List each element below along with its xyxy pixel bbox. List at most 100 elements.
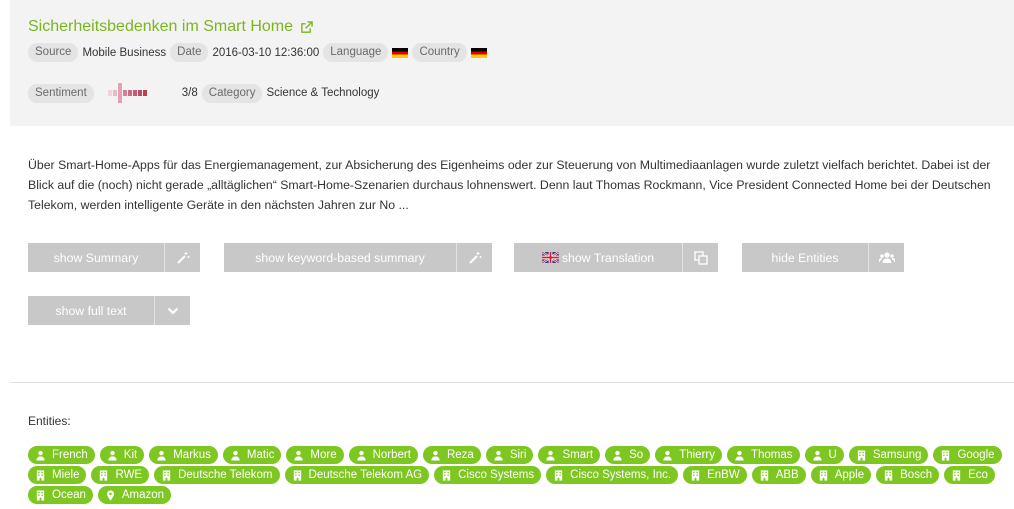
language-flag-icon xyxy=(392,47,409,58)
hide-entities-button[interactable]: hide Entities xyxy=(742,243,904,272)
entity-tag[interactable]: More xyxy=(286,446,344,464)
entity-label: Thierry xyxy=(679,449,715,461)
building-icon xyxy=(940,449,951,461)
person-icon xyxy=(107,450,118,461)
entity-label: Siri xyxy=(509,449,527,461)
entity-tag[interactable]: Deutsche Telekom AG xyxy=(284,466,430,484)
building-icon xyxy=(292,469,303,481)
users-icon[interactable] xyxy=(869,243,904,272)
sentiment-bar xyxy=(137,90,142,96)
entity-tag[interactable]: Ocean xyxy=(28,486,93,504)
person-icon xyxy=(430,450,441,461)
source-label: Source xyxy=(28,43,79,62)
entity-tag[interactable]: Matic xyxy=(222,446,282,464)
building-icon xyxy=(441,469,452,481)
entity-label: Reza xyxy=(446,449,474,461)
entity-tag[interactable]: Thierry xyxy=(655,446,722,464)
entity-tag[interactable]: So xyxy=(605,446,651,464)
entity-tag[interactable]: Apple xyxy=(810,466,872,484)
entity-tag[interactable]: U xyxy=(804,446,844,464)
language-label: Language xyxy=(323,43,389,62)
entity-tag[interactable]: Deutsche Telekom xyxy=(154,466,280,484)
entity-label: Bosch xyxy=(900,469,933,481)
entity-tag[interactable]: Kit xyxy=(99,446,145,464)
category-value: Science & Technology xyxy=(266,87,380,99)
entity-label: RWE xyxy=(115,469,143,481)
magic-wand-icon[interactable] xyxy=(457,243,492,272)
entity-label: Apple xyxy=(834,469,865,481)
entity-label: Samsung xyxy=(872,449,922,461)
entity-label: ABB xyxy=(775,469,799,481)
entity-tag[interactable]: Google xyxy=(933,446,1002,464)
category-label: Category xyxy=(201,83,263,103)
sentiment-bar xyxy=(127,90,132,96)
divider xyxy=(10,382,1014,383)
person-icon xyxy=(493,450,504,461)
source-value: Mobile Business xyxy=(82,46,167,59)
entity-tag[interactable]: Samsung xyxy=(848,446,929,464)
building-icon xyxy=(98,469,109,481)
entity-list: French Kit Markus Matic More Norbert Reza Siri S… xyxy=(28,446,1014,506)
entity-label: Ocean xyxy=(52,489,86,501)
entities-heading: Entities: xyxy=(28,414,71,428)
entity-label: EnBW xyxy=(707,469,740,481)
person-icon xyxy=(35,450,46,461)
show-keyword-summary-button[interactable]: show keyword-based summary xyxy=(224,243,492,272)
sentiment-bar xyxy=(112,90,117,96)
person-icon xyxy=(230,450,241,461)
entity-tag[interactable]: French xyxy=(28,446,95,464)
building-icon xyxy=(35,489,46,501)
article-header: Sicherheitsbedenken im Smart Home Source… xyxy=(10,0,1014,126)
entity-tag[interactable]: Amazon xyxy=(97,486,172,504)
entity-label: French xyxy=(52,449,88,461)
country-label: Country xyxy=(412,43,467,62)
entity-tag[interactable]: Smart xyxy=(538,446,601,464)
entity-tag[interactable]: EnBW xyxy=(683,466,747,484)
entity-tag[interactable]: Thomas xyxy=(726,446,800,464)
entity-tag[interactable]: Reza xyxy=(422,446,481,464)
person-icon xyxy=(293,450,304,461)
entity-tag[interactable]: ABB xyxy=(751,466,806,484)
sentiment-label: Sentiment xyxy=(28,83,94,103)
entity-tag[interactable]: Miele xyxy=(28,466,87,484)
sentiment-bar xyxy=(117,83,122,103)
entity-tag[interactable]: Siri xyxy=(485,446,534,464)
chevron-down-icon[interactable] xyxy=(155,296,190,325)
external-link-icon[interactable] xyxy=(300,20,313,34)
entity-tag[interactable]: Norbert xyxy=(348,446,418,464)
building-icon xyxy=(951,469,962,481)
show-summary-label: show Summary xyxy=(53,250,139,265)
entity-tag[interactable]: Eco xyxy=(944,466,995,484)
person-icon xyxy=(156,450,167,461)
show-full-text-button[interactable]: show full text xyxy=(28,296,190,325)
sentiment-meter xyxy=(107,83,148,103)
magic-wand-icon[interactable] xyxy=(165,243,200,272)
person-icon xyxy=(662,450,673,461)
building-icon xyxy=(856,449,867,461)
translate-icon[interactable] xyxy=(683,243,718,272)
entity-label: Cisco Systems, Inc. xyxy=(570,469,672,481)
entity-tag[interactable]: Bosch xyxy=(876,466,940,484)
entity-label: Matic xyxy=(246,449,275,461)
show-summary-button[interactable]: show Summary xyxy=(28,243,200,272)
entity-label: Markus xyxy=(173,449,211,461)
entity-tag[interactable]: Cisco Systems xyxy=(434,466,542,484)
building-icon xyxy=(690,469,701,481)
article-title-link[interactable]: Sicherheitsbedenken im Smart Home xyxy=(28,18,293,36)
building-icon xyxy=(759,469,770,481)
person-icon xyxy=(734,450,745,461)
hide-entities-label: hide Entities xyxy=(771,250,839,265)
show-translation-button[interactable]: show Translation xyxy=(514,243,718,272)
entity-tag[interactable]: RWE xyxy=(91,466,150,484)
entity-tag[interactable]: Markus xyxy=(149,446,218,464)
date-value: 2016-03-10 12:36:00 xyxy=(212,46,320,59)
show-keyword-summary-label: show keyword-based summary xyxy=(255,250,425,265)
entity-tag[interactable]: Cisco Systems, Inc. xyxy=(546,466,679,484)
entity-label: Amazon xyxy=(121,489,165,501)
date-label: Date xyxy=(170,43,209,62)
entity-label: Norbert xyxy=(372,449,411,461)
entity-label: Deutsche Telekom AG xyxy=(308,469,423,481)
person-icon xyxy=(356,450,367,461)
entity-label: Smart xyxy=(562,449,594,461)
show-translation-label: show Translation xyxy=(561,250,655,265)
